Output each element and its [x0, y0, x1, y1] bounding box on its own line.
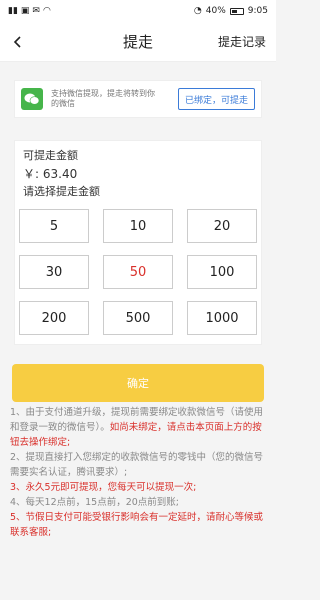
- signal-icon: ▮▮: [8, 5, 18, 16]
- header: 提走 提走记录: [0, 22, 276, 62]
- withdrawable-label: 可提走金额: [23, 149, 78, 162]
- message-icon: ✉: [32, 5, 40, 16]
- note-4: 4、每天12点前，15点前，20点前到账;: [10, 497, 180, 508]
- wifi-icon: ◠: [42, 5, 51, 16]
- battery-percent: 40%: [205, 6, 226, 16]
- amount-option[interactable]: 100: [187, 255, 257, 289]
- page-title: 提走: [122, 33, 153, 51]
- note-1: 1、由于支付通道升级，提现前需要绑定收款微信号（请使用和登录一致的微信号）。如尚…: [10, 407, 264, 448]
- amount-option[interactable]: 30: [19, 255, 89, 289]
- confirm-button[interactable]: 确定: [12, 364, 264, 402]
- clock: 9:05: [247, 6, 268, 16]
- amount-card: 可提走金额 ￥: 63.40 请选择提走金额 5 10 20 30 50 100…: [14, 140, 262, 345]
- status-right-icons: ◔ 40% 9:05: [194, 6, 268, 16]
- image-icon: ▣: [20, 5, 30, 16]
- status-left-icons: ▮▮ ▣ ✉ ◠: [8, 5, 51, 16]
- withdrawable-value: ￥: 63.40: [23, 167, 78, 181]
- amount-option[interactable]: 500: [103, 301, 173, 335]
- amount-option[interactable]: 200: [19, 301, 89, 335]
- wechat-info-text: 支持微信提现，提走将转到你的微信: [51, 88, 155, 108]
- amount-option[interactable]: 20: [187, 209, 257, 243]
- back-button[interactable]: [6, 30, 30, 54]
- note-3: 3、永久5元即可提现，您每天可以提现一次;: [10, 482, 197, 493]
- status-bar: ▮▮ ▣ ✉ ◠ ◔ 40% 9:05: [0, 0, 276, 22]
- alarm-icon: ◔: [193, 5, 202, 16]
- amount-option[interactable]: 1000: [187, 301, 257, 335]
- chevron-left-icon: [13, 36, 21, 48]
- amount-option-selected[interactable]: 50: [103, 255, 173, 289]
- select-amount-hint: 请选择提走金额: [23, 185, 100, 198]
- amount-option[interactable]: 10: [103, 209, 173, 243]
- withdraw-record-link[interactable]: 提走记录: [218, 33, 266, 50]
- note-5: 5、节假日支付可能受银行影响会有一定延时，请耐心等候或联系客服;: [10, 512, 264, 538]
- wechat-binding-card: 支持微信提现，提走将转到你的微信 已绑定，可提走: [14, 80, 262, 118]
- amount-options-grid: 5 10 20 30 50 100 200 500 1000: [19, 209, 257, 335]
- wechat-icon: [21, 88, 43, 110]
- bound-status-button[interactable]: 已绑定，可提走: [177, 88, 255, 110]
- notes: 1、由于支付通道升级，提现前需要绑定收款微信号（请使用和登录一致的微信号）。如尚…: [10, 405, 266, 540]
- amount-option[interactable]: 5: [19, 209, 89, 243]
- battery-icon: [229, 7, 244, 15]
- note-2: 2、提现直接打入您绑定的收款微信号的零钱中（您的微信号需要实名认证，腾讯要求）;: [10, 452, 264, 478]
